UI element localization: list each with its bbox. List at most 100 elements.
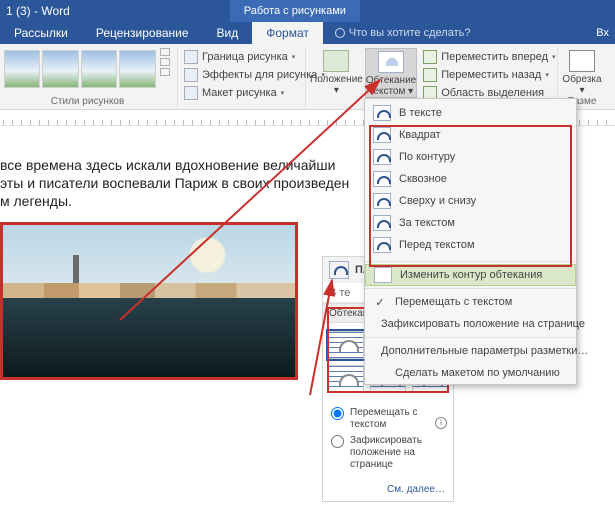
picture-style-thumb[interactable] — [4, 50, 40, 88]
item-label: Квадрат — [399, 129, 441, 141]
send-backward-icon — [423, 68, 437, 82]
wrap-front[interactable]: Перед текстом — [365, 234, 576, 256]
wrap-fix-position[interactable]: Зафиксировать положение на странице — [365, 313, 576, 335]
chevron-down-icon: ▾ — [292, 53, 296, 61]
item-label: В тексте — [399, 107, 442, 119]
btn-label: Эффекты для рисунка — [202, 69, 317, 81]
layout-icon — [184, 86, 198, 100]
picture-style-thumb[interactable] — [81, 50, 117, 88]
wrap-set-default[interactable]: Сделать макетом по умолчанию — [365, 362, 576, 384]
tab-format[interactable]: Формат — [252, 22, 323, 44]
wrap-through-icon — [373, 171, 391, 187]
bring-forward-icon — [423, 50, 437, 64]
tab-view[interactable]: Вид — [203, 22, 253, 44]
tab-extra[interactable]: Вх — [596, 22, 615, 44]
radio-input[interactable] — [331, 407, 344, 420]
btn-label: Переместить назад — [441, 69, 541, 81]
ribbon-tabs: Рассылки Рецензирование Вид Формат Что в… — [0, 22, 615, 44]
chevron-down-icon: ▾ — [552, 53, 556, 61]
wrap-inline-icon — [373, 105, 391, 121]
wrap-tight-icon — [373, 149, 391, 165]
chevron-down-icon: ▾ — [281, 89, 285, 97]
wrap-topbottom[interactable]: Сверху и снизу — [365, 190, 576, 212]
btn-label: Макет рисунка — [202, 87, 277, 99]
group-picture-format: Граница рисунка ▾ Эффекты для рисунка ▾ … — [178, 48, 306, 109]
wrap-inline[interactable]: В тексте — [365, 102, 576, 124]
bring-forward-button[interactable]: Переместить вперед ▾ — [421, 48, 557, 66]
item-label: Сделать макетом по умолчанию — [395, 367, 560, 379]
wrap-square[interactable]: Квадрат — [365, 124, 576, 146]
item-label: Перемещать с текстом — [395, 296, 512, 308]
crop-icon — [569, 50, 595, 72]
position-button[interactable]: Положение▾ — [310, 48, 363, 96]
wrap-front-icon — [373, 237, 391, 253]
radio-move-with-text[interactable]: Перемещать с текстом — [331, 407, 445, 431]
see-more-link[interactable]: См. далее… — [387, 484, 445, 495]
radio-fix-position[interactable]: Зафиксировать положение на странице — [331, 435, 445, 471]
send-backward-button[interactable]: Переместить назад ▾ — [421, 66, 557, 84]
wrap-behind-icon — [373, 215, 391, 231]
chevron-down-icon: ▾ — [405, 86, 413, 97]
tab-mailings[interactable]: Рассылки — [0, 22, 82, 44]
tell-me-label: Что вы хотите сделать? — [349, 22, 471, 44]
edit-wrap-icon — [374, 267, 392, 283]
chevron-down-icon: ▾ — [579, 85, 584, 96]
wrap-edit-points[interactable]: Изменить контур обтекания — [365, 264, 576, 286]
radio-input[interactable] — [331, 435, 344, 448]
selected-picture[interactable] — [0, 222, 298, 380]
picture-border-button[interactable]: Граница рисунка ▾ — [182, 48, 297, 66]
wrap-topbottom-icon — [373, 193, 391, 209]
wrap-tight[interactable]: По контуру — [365, 146, 576, 168]
wrap-text-button[interactable]: Обтекание текстом ▾ — [365, 48, 417, 98]
picture-style-thumb[interactable] — [119, 50, 155, 88]
wrap-move-with-text[interactable]: ✓ Перемещать с текстом — [365, 291, 576, 313]
btn-label: Обрезка — [562, 74, 601, 85]
item-label: Зафиксировать положение на странице — [381, 318, 585, 330]
effects-icon — [184, 68, 198, 82]
radio-label: Перемещать с текстом — [350, 407, 445, 431]
radio-label: Зафиксировать положение на странице — [350, 435, 445, 471]
wrap-behind[interactable]: За текстом — [365, 212, 576, 234]
item-label: Сверху и снизу — [399, 195, 476, 207]
group-label — [182, 102, 299, 115]
btn-label: Граница рисунка — [202, 51, 288, 63]
item-label: По контуру — [399, 151, 455, 163]
tell-me[interactable]: Что вы хотите сделать? — [335, 22, 471, 44]
picture-styles-more[interactable] — [160, 48, 171, 76]
chevron-down-icon: ▾ — [334, 85, 339, 96]
btn-label: Положение — [310, 74, 363, 85]
chevron-down-icon: ▾ — [545, 71, 549, 79]
item-label: Дополнительные параметры разметки… — [381, 345, 588, 357]
wrap-square-icon — [373, 127, 391, 143]
picture-style-thumb[interactable] — [42, 50, 78, 88]
group-picture-styles: Стили рисунков — [0, 48, 178, 109]
lightbulb-icon — [335, 28, 345, 38]
menu-separator — [365, 261, 576, 262]
group-label: Стили рисунков — [4, 96, 171, 109]
item-label: Перед текстом — [399, 239, 475, 251]
wrap-option-square[interactable] — [328, 331, 364, 359]
check-icon: ✓ — [373, 296, 387, 309]
picture-layout-button[interactable]: Макет рисунка ▾ — [182, 84, 286, 102]
picture-region — [3, 298, 295, 377]
border-icon — [184, 50, 198, 64]
wrap-more-options[interactable]: Дополнительные параметры разметки… — [365, 340, 576, 362]
info-icon[interactable]: i — [435, 417, 447, 429]
wrap-text-icon — [378, 51, 404, 73]
window-title: 1 (3) - Word — [0, 4, 70, 18]
titlebar: 1 (3) - Word Работа с рисунками — [0, 0, 615, 22]
position-icon — [323, 50, 349, 72]
contextual-tab-label: Работа с рисунками — [230, 0, 360, 22]
wrap-text-dropdown: В тексте Квадрат По контуру Сквозное Све… — [364, 98, 577, 385]
item-label: Изменить контур обтекания — [400, 269, 542, 281]
wrap-icon — [329, 261, 349, 279]
wrap-through[interactable]: Сквозное — [365, 168, 576, 190]
menu-separator — [365, 288, 576, 289]
btn-label: Переместить вперед — [441, 51, 548, 63]
tab-review[interactable]: Рецензирование — [82, 22, 203, 44]
wrap-option-topbottom[interactable] — [328, 365, 364, 393]
crop-button[interactable]: Обрезка▾ — [562, 48, 602, 96]
wrap-anchor-radios: Перемещать с текстом Зафиксировать полож… — [323, 401, 453, 479]
pane-footer: См. далее… — [323, 479, 453, 501]
menu-separator — [365, 337, 576, 338]
